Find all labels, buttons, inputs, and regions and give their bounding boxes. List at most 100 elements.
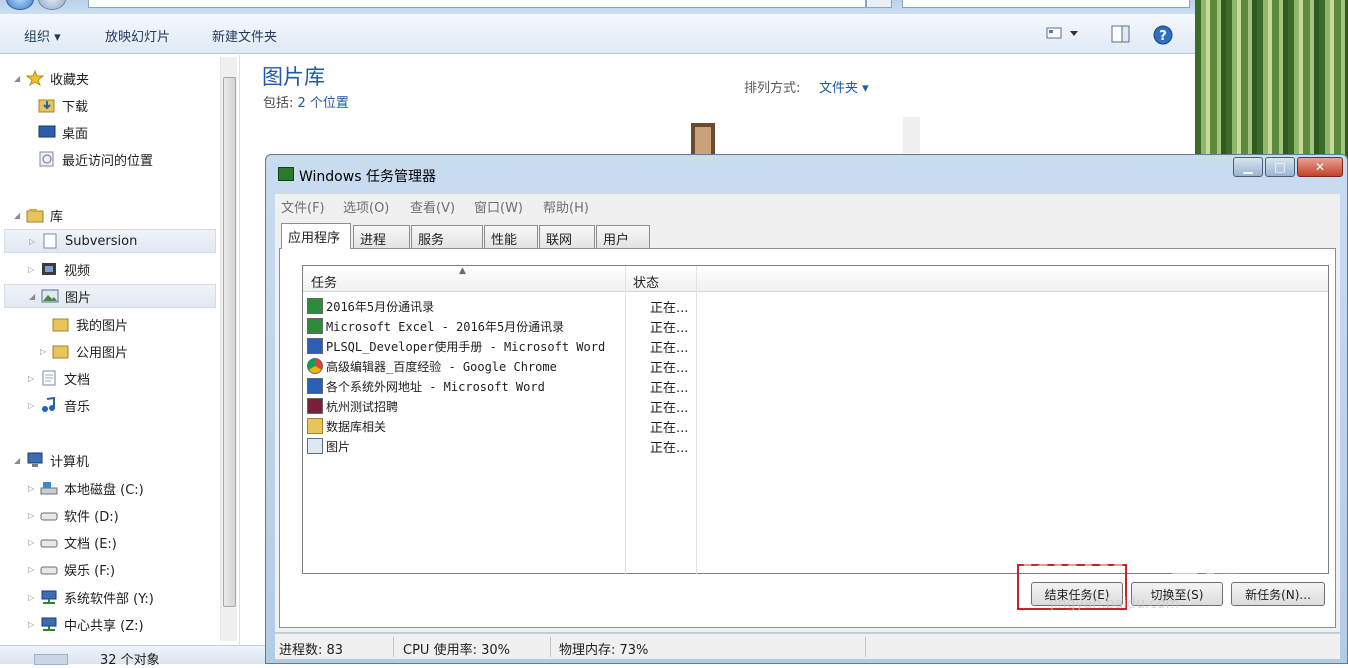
nav-videos[interactable]: ▷ 视频 — [28, 257, 90, 281]
collapse-arrow-icon[interactable]: ◢ — [14, 211, 24, 220]
new-folder-button[interactable]: 新建文件夹 — [212, 26, 277, 45]
search-input[interactable] — [902, 0, 1190, 8]
task-row[interactable]: PLSQL_Developer使用手册 - Microsoft Word 正在.… — [307, 336, 1324, 356]
task-row[interactable]: 图片 正在... — [307, 436, 1324, 456]
nav-public-pictures[interactable]: ▷ 公用图片 — [40, 339, 128, 363]
maximize-icon: □ — [1274, 160, 1286, 174]
nav-desktop[interactable]: 桌面 — [38, 120, 88, 144]
arrange-by-dropdown[interactable]: 文件夹 ▾ — [819, 77, 869, 96]
nav-drive-e[interactable]: ▷ 文档 (E:) — [28, 530, 117, 554]
column-header-status[interactable]: 状态 — [633, 272, 659, 291]
forward-button[interactable] — [38, 0, 66, 10]
menu-file[interactable]: 文件(F) — [281, 197, 325, 216]
nav-label: 文档 (E:) — [64, 536, 117, 552]
menu-view[interactable]: 查看(V) — [410, 197, 455, 216]
word-icon — [307, 338, 323, 354]
expand-arrow-icon[interactable]: ▷ — [28, 374, 38, 383]
collapse-arrow-icon[interactable]: ◢ — [29, 292, 39, 301]
view-options-icon[interactable] — [1046, 25, 1080, 41]
nav-label: 公用图片 — [76, 345, 129, 361]
slideshow-button[interactable]: 放映幻灯片 — [105, 26, 170, 45]
nav-pictures[interactable]: ◢ 图片 — [4, 284, 216, 308]
document-library-icon — [43, 233, 57, 249]
help-icon[interactable]: ? — [1153, 25, 1173, 45]
expand-arrow-icon[interactable]: ▷ — [40, 347, 50, 356]
task-row[interactable]: 2016年5月份通讯录 正在... — [307, 296, 1324, 316]
task-row[interactable]: Microsoft Excel - 2016年5月份通讯录 正在... — [307, 316, 1324, 336]
tab-applications[interactable]: 应用程序 — [281, 223, 351, 249]
new-task-button[interactable]: 新任务(N)... — [1231, 582, 1325, 606]
status-divider — [393, 637, 394, 657]
expand-arrow-icon[interactable]: ▷ — [28, 401, 38, 410]
library-includes: 包括: 2 个位置 — [263, 92, 349, 111]
expand-arrow-icon[interactable]: ▷ — [28, 511, 38, 520]
task-status: 正在... — [650, 420, 689, 436]
expand-arrow-icon[interactable]: ▷ — [28, 620, 38, 629]
includes-locations-link[interactable]: 2 个位置 — [298, 96, 349, 111]
nav-computer[interactable]: ◢ 计算机 — [14, 448, 89, 472]
nav-downloads[interactable]: 下载 — [38, 93, 88, 117]
task-list[interactable]: ▲ 任务 状态 2016年5月份通讯录 正在... Microsoft Exce… — [302, 265, 1329, 575]
nav-recent[interactable]: 最近访问的位置 — [38, 147, 153, 171]
tab-services[interactable]: 服务 — [411, 225, 483, 248]
library-icon — [307, 438, 323, 454]
drive-icon — [40, 512, 58, 521]
nav-label: 系统软件部 (Y:) — [64, 591, 154, 607]
cpu-usage: CPU 使用率: 30% — [403, 643, 510, 658]
nav-libraries[interactable]: ◢ 库 — [14, 203, 63, 227]
task-row[interactable]: 各个系统外网地址 - Microsoft Word 正在... — [307, 376, 1324, 396]
task-manager-title: Windows 任务管理器 — [299, 169, 436, 185]
close-button[interactable]: ✕ — [1297, 157, 1343, 177]
tab-performance[interactable]: 性能 — [484, 225, 538, 248]
nav-label: 下载 — [62, 99, 89, 115]
menu-help[interactable]: 帮助(H) — [543, 197, 589, 216]
tab-processes[interactable]: 进程 — [353, 225, 410, 248]
scrollbar-thumb[interactable] — [223, 77, 236, 607]
expand-arrow-icon[interactable]: ▷ — [28, 265, 38, 274]
task-row[interactable]: 数据库相关 正在... — [307, 416, 1324, 436]
nav-drive-z[interactable]: ▷ 中心共享 (Z:) — [28, 612, 144, 636]
nav-drive-f[interactable]: ▷ 娱乐 (F:) — [28, 557, 115, 581]
task-name: 各个系统外网地址 - Microsoft Word — [326, 379, 545, 394]
maximize-button[interactable]: □ — [1265, 157, 1295, 177]
excel-icon — [307, 318, 323, 334]
task-row[interactable]: 高级编辑器_百度经验 - Google Chrome 正在... — [307, 356, 1324, 376]
task-name: PLSQL_Developer使用手册 - Microsoft Word — [326, 339, 606, 354]
nav-favorites[interactable]: ◢ 收藏夹 — [14, 66, 89, 90]
nav-label: 本地磁盘 (C:) — [64, 482, 144, 498]
address-input[interactable] — [88, 0, 866, 8]
menu-window[interactable]: 窗口(W) — [474, 197, 523, 216]
address-dropdown-button[interactable] — [866, 0, 892, 8]
minimize-button[interactable]: ▁ — [1233, 157, 1263, 177]
tab-networking[interactable]: 联网 — [539, 225, 595, 248]
nav-drive-y[interactable]: ▷ 系统软件部 (Y:) — [28, 585, 154, 609]
nav-drive-c[interactable]: ▷ 本地磁盘 (C:) — [28, 476, 144, 500]
task-manager-window[interactable]: Windows 任务管理器 ▁ □ ✕ 文件(F) 选项(O) 查看(V) 窗口… — [265, 154, 1348, 664]
nav-label: 图片 — [65, 290, 92, 306]
back-button[interactable] — [6, 0, 34, 10]
expand-arrow-icon[interactable]: ▷ — [28, 593, 38, 602]
folder-icon — [52, 345, 69, 359]
nav-label: 库 — [50, 209, 64, 225]
nav-drive-d[interactable]: ▷ 软件 (D:) — [28, 503, 119, 527]
menu-options[interactable]: 选项(O) — [343, 197, 389, 216]
expand-arrow-icon[interactable]: ▷ — [28, 484, 38, 493]
expand-arrow-icon[interactable]: ▷ — [29, 237, 39, 246]
nav-scrollbar[interactable] — [220, 57, 237, 641]
expand-arrow-icon[interactable]: ▷ — [28, 565, 38, 574]
nav-my-pictures[interactable]: 我的图片 — [52, 312, 128, 336]
expand-arrow-icon[interactable]: ▷ — [28, 538, 38, 547]
tab-users[interactable]: 用户 — [596, 225, 650, 248]
switch-to-button[interactable]: 切换至(S) — [1131, 582, 1223, 606]
nav-label: 桌面 — [62, 126, 89, 142]
task-row[interactable]: 杭州测试招聘 正在... — [307, 396, 1324, 416]
collapse-arrow-icon[interactable]: ◢ — [14, 456, 24, 465]
nav-music[interactable]: ▷ 音乐 — [28, 393, 90, 417]
organize-button[interactable]: 组织 ▾ — [24, 26, 61, 45]
preview-pane-icon[interactable] — [1111, 25, 1131, 43]
task-name: 图片 — [326, 439, 351, 454]
collapse-arrow-icon[interactable]: ◢ — [14, 74, 24, 83]
nav-subversion[interactable]: ▷ Subversion — [4, 229, 216, 253]
nav-documents[interactable]: ▷ 文档 — [28, 366, 90, 390]
column-header-task[interactable]: 任务 — [311, 272, 337, 291]
